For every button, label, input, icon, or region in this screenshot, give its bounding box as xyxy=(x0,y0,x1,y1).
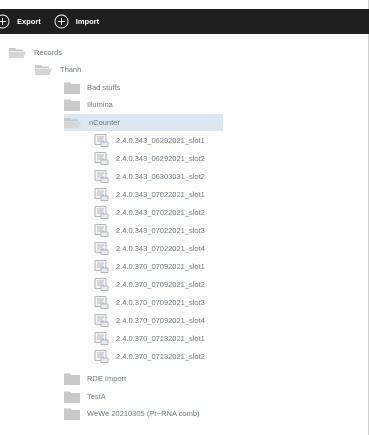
folder-open-icon xyxy=(64,117,82,128)
record-file-icon xyxy=(94,206,109,219)
records-tree: Records Thanh Bad stuffs Illumina nCount xyxy=(0,34,369,435)
tree-node-label: Thanh xyxy=(60,65,82,74)
record-file-icon xyxy=(94,278,109,291)
tree-node-record[interactable]: 2.4.0.343_07022021_slot3 xyxy=(94,222,205,239)
record-file-icon xyxy=(94,260,109,273)
toolbar: Export Import xyxy=(0,9,369,34)
record-file-icon xyxy=(94,242,109,255)
tree-node-label: 2.4.0.343_07022021_slot2 xyxy=(116,208,205,217)
record-file-icon xyxy=(94,152,109,165)
tree-node-label: 2.4.0.343_07022021_slot4 xyxy=(116,244,205,253)
record-file-icon xyxy=(94,188,109,201)
import-label: Import xyxy=(75,17,100,26)
folder-icon xyxy=(64,99,80,111)
tree-node-record[interactable]: 2.4.0.343_06303031_slot2 xyxy=(94,168,205,185)
tree-node-label: 2.4.0.343_06292021_slot2 xyxy=(116,154,205,163)
tree-node-label: 2.4.0.370_07092021_slot1 xyxy=(116,262,205,271)
records-browser-panel: Export Import Records Thanh Bad stuffs I… xyxy=(0,0,369,435)
tree-node-label: 2.4.0.370_07092021_slot2 xyxy=(116,280,205,289)
folder-open-icon xyxy=(35,64,53,75)
tree-node-record[interactable]: 2.4.0.370_07092021_slot4 xyxy=(94,312,205,329)
folder-icon xyxy=(64,373,80,385)
record-file-icon xyxy=(94,332,109,345)
tree-node-thanh[interactable]: Thanh xyxy=(35,61,81,78)
folder-icon xyxy=(64,82,80,94)
plus-circle-icon xyxy=(54,14,69,29)
tree-node-ncounter[interactable]: nCounter xyxy=(64,114,223,131)
tree-node-record[interactable]: 2.4.0.343_06292021_slot1 xyxy=(94,132,205,149)
tree-node-folder[interactable]: Illumina xyxy=(64,96,113,113)
folder-icon xyxy=(64,391,80,403)
folder-open-icon xyxy=(9,47,27,58)
tree-node-label: 2.4.0.370_07092021_slot3 xyxy=(116,298,205,307)
record-file-icon xyxy=(94,350,109,363)
tree-node-label: 2.4.0.343_07022021_slot1 xyxy=(116,190,205,199)
record-file-icon xyxy=(94,134,109,147)
tree-node-record[interactable]: 2.4.0.370_07092021_slot2 xyxy=(94,276,205,293)
plus-circle-icon xyxy=(0,14,10,29)
tree-node-folder[interactable]: WeWe 20210305 (Pr~RNA comb) xyxy=(64,405,200,422)
tree-node-label: Illumina xyxy=(87,100,113,109)
tree-node-label: 2.4.0.343_07022021_slot3 xyxy=(116,226,205,235)
tree-node-record[interactable]: 2.4.0.370_07092021_slot3 xyxy=(94,294,205,311)
tree-node-label: WeWe 20210305 (Pr~RNA comb) xyxy=(87,409,200,418)
tree-node-record[interactable]: 2.4.0.343_07022021_slot1 xyxy=(94,186,205,203)
tree-node-record[interactable]: 2.4.0.343_07022021_slot4 xyxy=(94,240,205,257)
tree-node-label: RDE Import xyxy=(87,374,127,383)
tree-node-folder[interactable]: TestA xyxy=(64,388,106,405)
record-file-icon xyxy=(94,296,109,309)
tree-node-label: 2.4.0.370_07132021_slot2 xyxy=(116,352,205,361)
record-file-icon xyxy=(94,314,109,327)
tree-node-label: 2.4.0.343_06292021_slot1 xyxy=(116,136,205,145)
tree-node-folder[interactable]: Bad stuffs xyxy=(64,79,120,96)
tree-node-label: Bad stuffs xyxy=(87,83,121,92)
tree-node-label: Records xyxy=(34,48,62,57)
tree-node-record[interactable]: 2.4.0.343_06292021_slot2 xyxy=(94,150,205,167)
tree-node-label: 2.4.0.370_07132021_slot1 xyxy=(116,334,205,343)
tree-node-record[interactable]: 2.4.0.370_07092021_slot1 xyxy=(94,258,205,275)
tree-node-label: nCounter xyxy=(89,118,120,127)
tree-node-record[interactable]: 2.4.0.370_07132021_slot2 xyxy=(94,348,205,365)
record-file-icon xyxy=(94,224,109,237)
tree-node-record[interactable]: 2.4.0.343_07022021_slot2 xyxy=(94,204,205,221)
tree-node-records[interactable]: Records xyxy=(9,44,62,61)
record-file-icon xyxy=(94,170,109,183)
tree-node-label: 2.4.0.343_06303031_slot2 xyxy=(116,172,205,181)
import-button[interactable]: Import xyxy=(54,14,99,29)
export-button[interactable]: Export xyxy=(0,14,41,29)
folder-icon xyxy=(64,408,80,420)
tree-node-label: 2.4.0.370_07092021_slot4 xyxy=(116,316,205,325)
tree-node-label: TestA xyxy=(87,392,106,401)
tree-node-record[interactable]: 2.4.0.370_07132021_slot1 xyxy=(94,330,205,347)
export-label: Export xyxy=(17,17,41,26)
tree-node-folder[interactable]: RDE Import xyxy=(64,370,126,387)
